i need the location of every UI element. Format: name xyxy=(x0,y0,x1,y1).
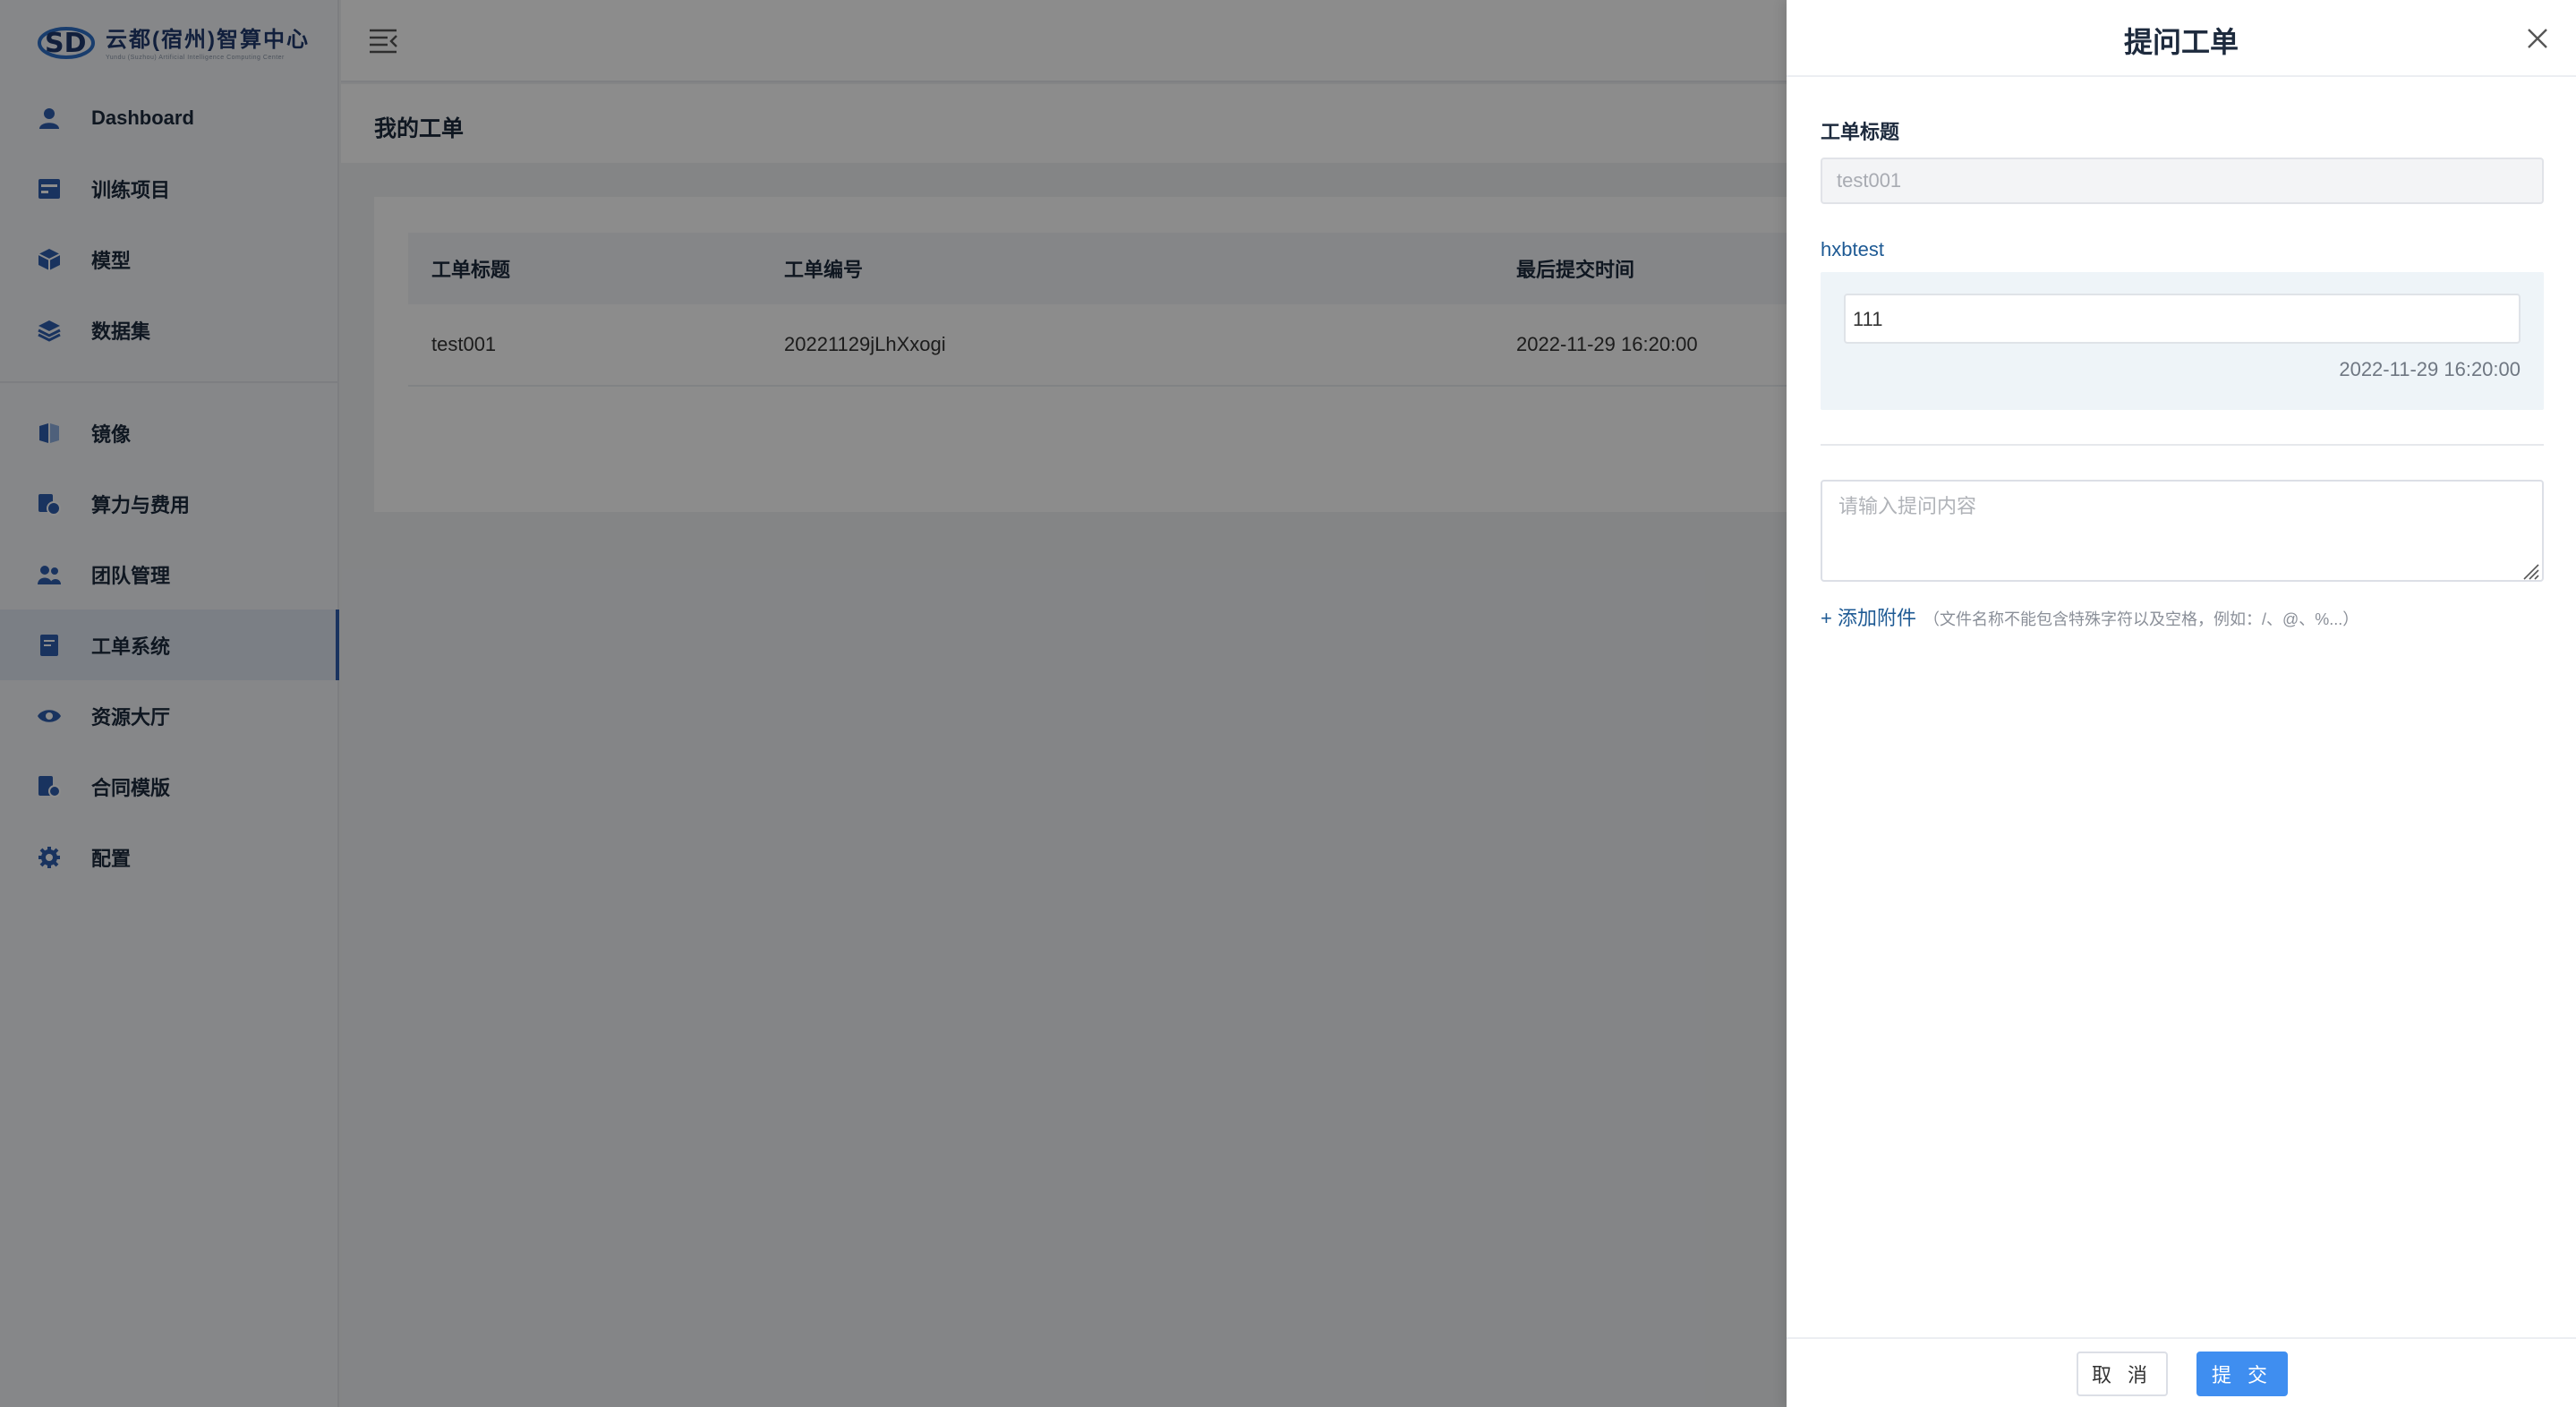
drawer-mask[interactable] xyxy=(0,0,1787,1407)
ask-ticket-drawer: 提问工单 工单标题 hxbtest 111 2022-11-29 16:20:0… xyxy=(1787,0,2576,1407)
drawer-body: 工单标题 hxbtest 111 2022-11-29 16:20:00 + 添… xyxy=(1821,77,2544,631)
message-author: hxbtest xyxy=(1821,238,1884,260)
cancel-button[interactable]: 取 消 xyxy=(2077,1352,2168,1396)
ticket-title-label: 工单标题 xyxy=(1821,121,1900,143)
attachment-hint: （文件名称不能包含特殊字符以及空格，例如：/、@、%...） xyxy=(1923,610,2359,628)
message-content: 111 xyxy=(1844,294,2521,344)
close-icon[interactable] xyxy=(2526,27,2549,50)
add-attachment-link[interactable]: + 添加附件 xyxy=(1821,602,1916,631)
resize-grip-icon[interactable] xyxy=(2521,561,2540,581)
submit-button[interactable]: 提 交 xyxy=(2196,1352,2288,1396)
drawer-header: 提问工单 xyxy=(1787,0,2576,77)
ticket-title-input xyxy=(1821,158,2544,204)
drawer-footer: 取 消 提 交 xyxy=(1787,1337,2576,1407)
attachment-row: + 添加附件 （文件名称不能包含特殊字符以及空格，例如：/、@、%...） xyxy=(1821,602,2544,631)
message-time: 2022-11-29 16:20:00 xyxy=(2339,358,2521,380)
drawer-title: 提问工单 xyxy=(2123,26,2239,58)
reply-textarea[interactable] xyxy=(1821,480,2544,582)
message-box: 111 2022-11-29 16:20:00 xyxy=(1821,272,2544,410)
